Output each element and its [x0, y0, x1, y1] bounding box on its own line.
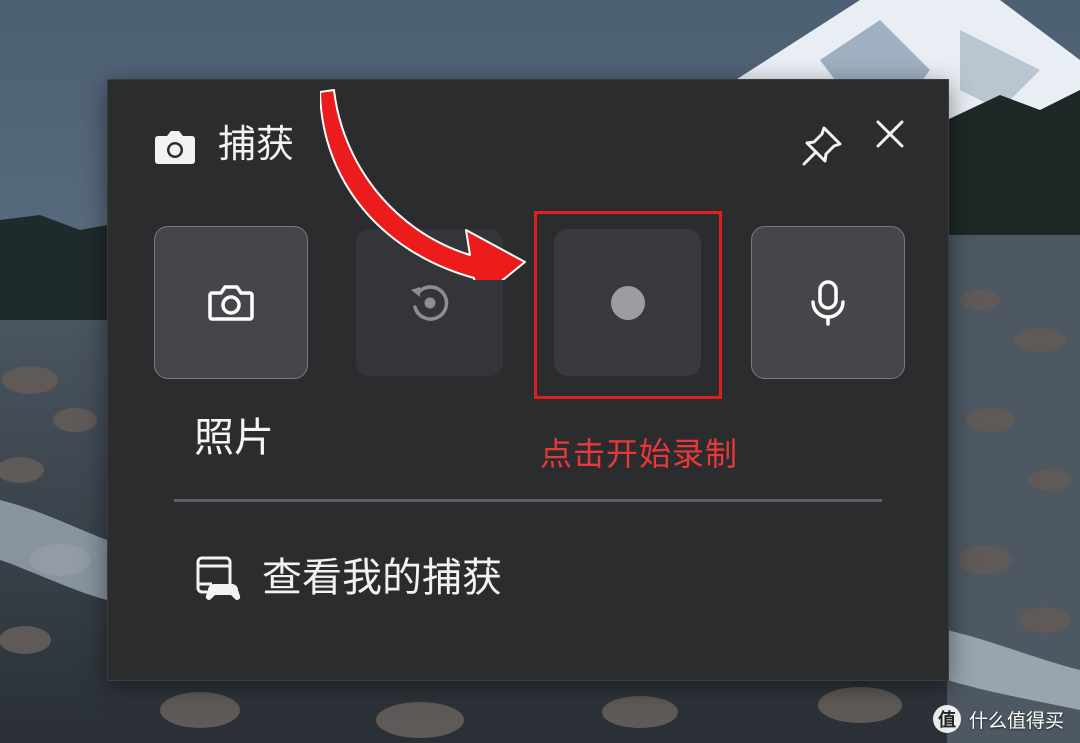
- camera-icon: [208, 284, 254, 321]
- annotation-text: 点击开始录制: [540, 435, 739, 473]
- microphone-icon: [811, 279, 845, 326]
- record-last-button[interactable]: [356, 229, 503, 376]
- replay-icon: [410, 284, 448, 321]
- widget-title: 捕获: [218, 122, 295, 166]
- microphone-button[interactable]: [751, 226, 905, 379]
- gallery-controller-icon: [196, 556, 241, 600]
- watermark-text: 什么值得买: [968, 709, 1064, 732]
- watermark: 值 什么值得买: [932, 705, 1064, 733]
- capture-widget: 捕获 照片 点击开始录制 查看我的捕获: [107, 79, 949, 681]
- camera-icon: [155, 131, 195, 164]
- screenshot-button[interactable]: [154, 226, 308, 379]
- close-icon[interactable]: [868, 112, 912, 156]
- watermark-badge: 值: [932, 705, 961, 733]
- widget-header: 捕获: [108, 80, 948, 200]
- see-my-captures-label: 查看我的捕获: [262, 555, 502, 601]
- pin-icon[interactable]: [798, 120, 848, 170]
- record-highlight-box: [534, 211, 722, 399]
- selected-capture-label: 照片: [194, 415, 274, 461]
- divider: [174, 499, 882, 502]
